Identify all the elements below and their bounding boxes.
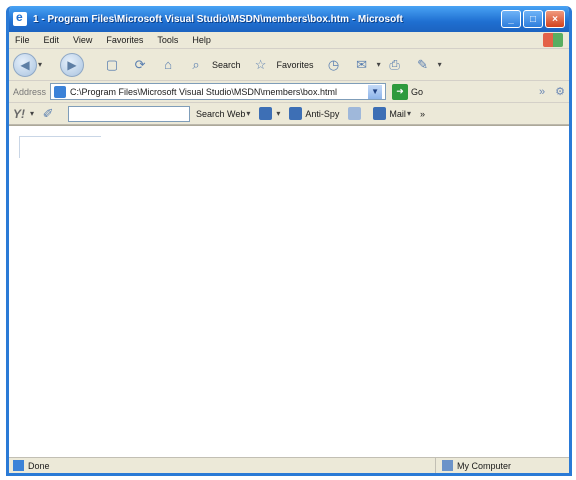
browser-window: 1 - Program Files\Microsoft Visual Studi… xyxy=(6,6,572,476)
address-dropdown-icon[interactable]: ▼ xyxy=(368,84,383,99)
standard-toolbar: ◀ ▾ ▶ ▢ ⟳ ⌂ ⌕ Search ☆ Favorites ◷ ✉ ▾ ⎙… xyxy=(9,49,569,81)
search-logo-icon[interactable]: Y! xyxy=(13,107,25,121)
search-toolbar: Y! ▾ ✐ Search Web ▾ ▾ Anti-Spy Mail ▾ » xyxy=(9,103,569,125)
go-button-label[interactable]: Go xyxy=(411,87,423,97)
tools-gear-icon[interactable]: ⚙ xyxy=(555,85,565,98)
address-bar: Address C:\Program Files\Microsoft Visua… xyxy=(9,81,569,103)
maximize-button[interactable]: □ xyxy=(523,10,543,28)
address-field[interactable]: C:\Program Files\Microsoft Visual Studio… xyxy=(50,83,387,100)
forward-button[interactable]: ▶ xyxy=(60,52,85,77)
home-icon[interactable]: ⌂ xyxy=(158,55,178,75)
favorites-star-icon[interactable]: ☆ xyxy=(251,55,271,75)
stop-icon[interactable]: ▢ xyxy=(102,55,122,75)
menu-favorites[interactable]: Favorites xyxy=(106,35,143,45)
mail-label: Mail xyxy=(389,108,406,119)
title-bar[interactable]: 1 - Program Files\Microsoft Visual Studi… xyxy=(9,6,569,32)
windows-logo-icon xyxy=(543,33,563,47)
mail-button[interactable]: Mail ▾ xyxy=(373,107,411,120)
links-area: » ⚙ xyxy=(539,85,565,99)
search-logo-dropdown-icon[interactable]: ▾ xyxy=(30,109,34,118)
empty-html-box xyxy=(19,136,101,158)
links-arrow-icon[interactable]: » xyxy=(539,86,545,98)
edit-icon[interactable]: ✎ xyxy=(413,55,433,75)
menu-edit[interactable]: Edit xyxy=(44,35,60,45)
go-arrow-icon[interactable]: ➜ xyxy=(392,83,409,100)
search-web-dropdown-icon: ▾ xyxy=(246,109,251,118)
zone-label: My Computer xyxy=(457,460,512,471)
favorites-button-label[interactable]: Favorites xyxy=(277,60,314,70)
status-bar: Done My Computer xyxy=(9,457,569,473)
search-input[interactable] xyxy=(68,105,191,122)
page-content[interactable] xyxy=(9,125,569,457)
popup-blocker-icon xyxy=(259,107,273,120)
menu-tools[interactable]: Tools xyxy=(157,35,178,45)
popup-blocker-button[interactable]: ▾ xyxy=(259,107,280,120)
status-text: Done xyxy=(28,460,50,471)
popup-blocker-dropdown-icon: ▾ xyxy=(276,109,281,118)
menu-help[interactable]: Help xyxy=(192,35,211,45)
close-button[interactable]: × xyxy=(545,10,565,28)
menu-view[interactable]: View xyxy=(73,35,92,45)
antispy-label: Anti-Spy xyxy=(305,108,340,119)
refresh-icon[interactable]: ⟳ xyxy=(130,55,150,75)
pencil-icon[interactable]: ✐ xyxy=(38,104,58,124)
search-web-button[interactable]: Search Web ▾ xyxy=(196,109,250,119)
menu-bar: File Edit View Favorites Tools Help xyxy=(9,32,569,49)
minimize-button[interactable]: _ xyxy=(501,10,521,28)
security-zone: My Computer xyxy=(435,458,565,473)
antispy-icon xyxy=(289,107,303,120)
antispy-button[interactable]: Anti-Spy xyxy=(289,107,339,120)
back-dropdown-icon[interactable]: ▾ xyxy=(38,60,42,69)
page-icon xyxy=(54,85,67,98)
history-icon[interactable]: ◷ xyxy=(324,55,344,75)
window-title: 1 - Program Files\Microsoft Visual Studi… xyxy=(33,13,403,25)
print-icon[interactable]: ⎙ xyxy=(385,55,405,75)
mail-dropdown-icon[interactable]: ▾ xyxy=(377,60,381,69)
search-button-label[interactable]: Search xyxy=(212,60,241,70)
back-button[interactable]: ◀ xyxy=(13,52,37,77)
ie-icon xyxy=(13,10,27,26)
messenger-icon xyxy=(348,107,362,120)
edit-dropdown-icon[interactable]: ▾ xyxy=(438,60,442,69)
address-label: Address xyxy=(13,86,47,97)
mail-dropdown-icon: ▾ xyxy=(406,109,411,118)
menu-file[interactable]: File xyxy=(15,35,30,45)
search-icon[interactable]: ⌕ xyxy=(186,55,206,75)
mail-icon[interactable]: ✉ xyxy=(352,55,372,75)
address-value[interactable]: C:\Program Files\Microsoft Visual Studio… xyxy=(70,87,368,97)
messenger-button[interactable] xyxy=(348,107,364,120)
computer-icon xyxy=(442,460,453,471)
more-chevron-icon[interactable]: » xyxy=(420,109,425,119)
mail-icon xyxy=(373,107,387,120)
status-page-icon xyxy=(13,460,24,471)
search-web-label: Search Web xyxy=(196,108,246,119)
